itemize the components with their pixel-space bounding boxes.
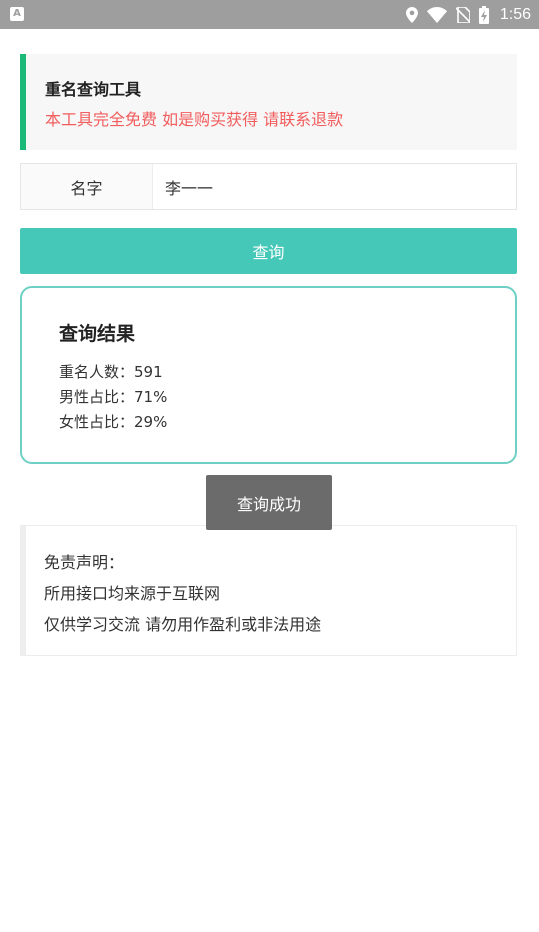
result-card: 查询结果 重名人数：591 男性占比：71% 女性占比：29% xyxy=(20,286,517,464)
disclaimer-card: 免责声明： 所用接口均来源于互联网 仅供学习交流 请勿用作盈利或非法用途 xyxy=(20,525,517,656)
duplicate-count: 重名人数：591 xyxy=(59,363,163,381)
clock: 1:56 xyxy=(499,5,531,23)
name-field-row: 名字 xyxy=(20,163,517,210)
disclaimer-line: 所用接口均来源于互联网 xyxy=(44,584,221,603)
success-toast: 查询成功 xyxy=(206,475,332,530)
result-title: 查询结果 xyxy=(59,323,136,345)
notice-card: 重名查询工具 本工具完全免费 如是购买获得 请联系退款 xyxy=(20,54,517,150)
notice-title: 重名查询工具 xyxy=(45,80,142,99)
status-bar: A 1:56 xyxy=(0,0,539,29)
location-icon xyxy=(405,6,418,23)
name-label: 名字 xyxy=(21,164,153,209)
female-ratio: 女性占比：29% xyxy=(59,413,168,431)
disclaimer-heading: 免责声明： xyxy=(44,553,125,572)
app-notification-icon: A xyxy=(10,7,24,21)
name-input[interactable] xyxy=(153,164,516,209)
battery-charging-icon xyxy=(478,5,489,24)
notice-subtitle: 本工具完全免费 如是购买获得 请联系退款 xyxy=(45,110,344,129)
no-sim-icon xyxy=(455,6,470,23)
male-ratio: 男性占比：71% xyxy=(59,388,168,406)
query-button[interactable]: 查询 xyxy=(20,228,517,274)
status-icons: 1:56 xyxy=(405,0,531,29)
wifi-icon xyxy=(426,6,447,23)
disclaimer-line: 仅供学习交流 请勿用作盈利或非法用途 xyxy=(44,615,322,634)
